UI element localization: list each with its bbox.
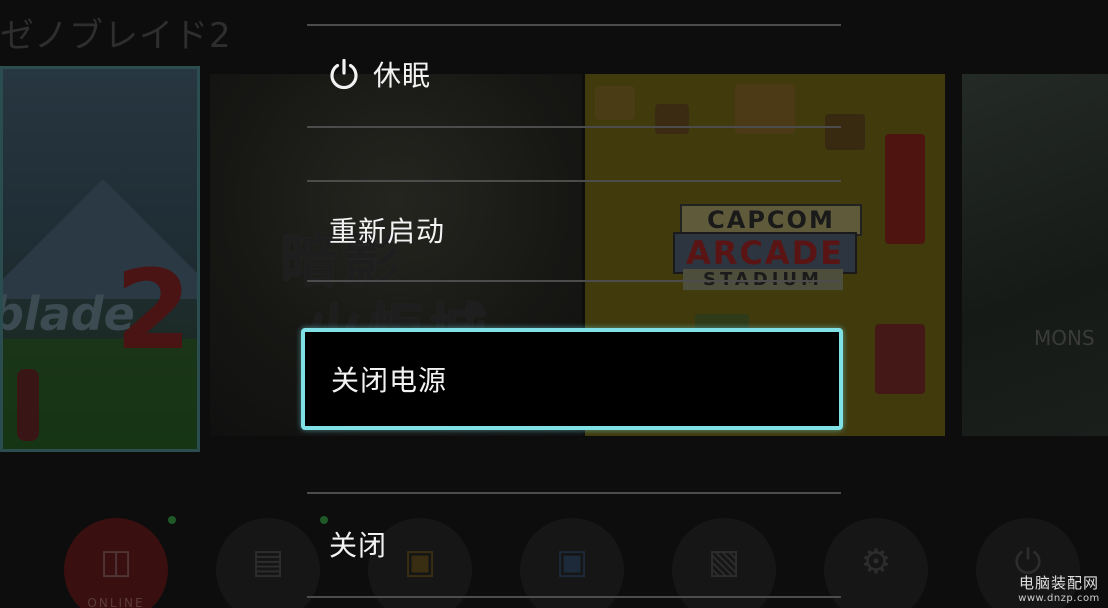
power-icon xyxy=(330,58,358,90)
menu-item-label: 关闭 xyxy=(329,529,388,562)
watermark: 电脑装配网 www.dnzp.com xyxy=(1016,572,1102,604)
menu-item-restart[interactable]: 重新启动 xyxy=(307,204,841,256)
watermark-text: 电脑装配网 xyxy=(1018,574,1099,592)
menu-item-label: 关闭电源 xyxy=(331,364,448,397)
menu-item-label: 重新启动 xyxy=(329,215,446,248)
menu-item-power-off[interactable]: 关闭电源 xyxy=(301,328,843,430)
divider xyxy=(307,24,841,26)
divider xyxy=(307,280,841,282)
menu-item-sleep[interactable]: 休眠 xyxy=(307,48,841,100)
menu-item-label: 休眠 xyxy=(373,59,432,92)
divider xyxy=(307,126,841,128)
menu-item-close[interactable]: 关闭 xyxy=(307,518,841,570)
divider xyxy=(307,492,841,494)
divider xyxy=(307,180,841,182)
power-options-menu: 休眠 重新启动 关闭电源 关闭 xyxy=(0,0,1108,608)
divider xyxy=(307,596,841,598)
watermark-url: www.dnzp.com xyxy=(1018,593,1100,604)
